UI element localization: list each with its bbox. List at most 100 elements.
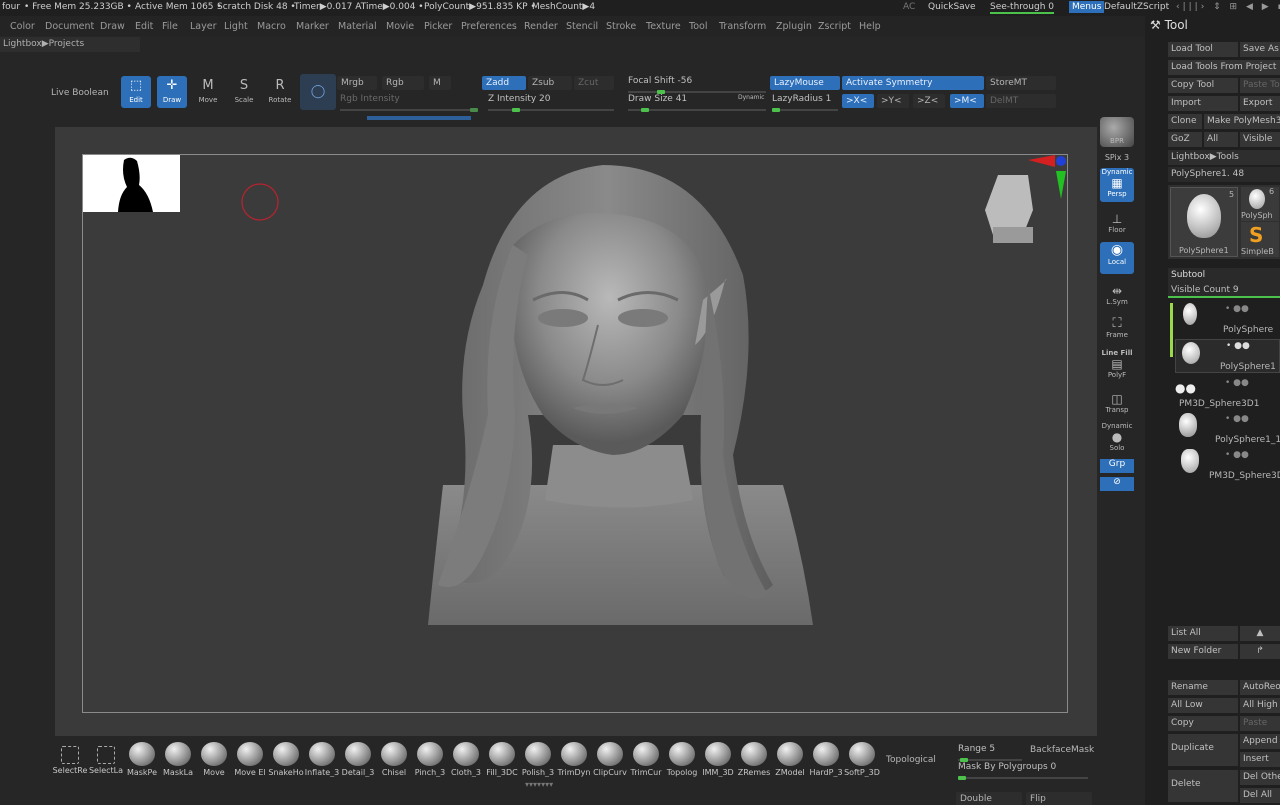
menu-macro[interactable]: Macro — [257, 21, 286, 32]
menu-preferences[interactable]: Preferences — [461, 21, 517, 32]
copy-tool-button[interactable]: Copy Tool — [1168, 78, 1238, 93]
paste-subtool-button[interactable]: Paste — [1240, 716, 1280, 731]
lazyradius-slider[interactable]: LazyRadius 1 — [772, 94, 838, 112]
solo-button[interactable]: Dynamic ● Solo — [1100, 422, 1134, 452]
material-sphere[interactable]: ◯ — [300, 74, 336, 110]
focal-shift-slider[interactable]: Focal Shift -56 — [628, 76, 766, 94]
activate-symmetry-button[interactable]: Activate Symmetry — [842, 76, 984, 90]
scroll-indicator[interactable] — [367, 116, 471, 120]
menu-zscript[interactable]: Zscript — [818, 21, 851, 32]
lsym-button[interactable]: ⇹ L.Sym — [1100, 284, 1134, 308]
see-through-slider[interactable]: See-through 0 — [990, 2, 1054, 14]
subtool-item[interactable]: ●● • ●● PM3D_Sphere3D1 — [1175, 377, 1280, 411]
lightbox-tools-button[interactable]: Lightbox▶Tools — [1168, 150, 1280, 165]
visibility-icon[interactable]: • ●● — [1225, 378, 1249, 388]
topological-button[interactable]: Topological — [886, 755, 936, 765]
menu-picker[interactable]: Picker — [424, 21, 452, 32]
brush-selectla[interactable]: SelectLa — [88, 742, 124, 775]
brush-maskla[interactable]: MaskLa — [160, 742, 196, 777]
brush-selectre[interactable]: SelectRe — [52, 742, 88, 775]
brush-zremes[interactable]: ZRemes — [736, 742, 772, 777]
menu-color[interactable]: Color — [10, 21, 35, 32]
current-tool-slider[interactable]: PolySphere1. 48 — [1168, 167, 1280, 182]
dynamic-label[interactable]: Dynamic — [738, 94, 764, 101]
export-button[interactable]: Export — [1240, 96, 1280, 111]
brush-snakeho[interactable]: SnakeHo — [268, 742, 304, 777]
edit-button[interactable]: ⬚ Edit — [121, 76, 151, 108]
rgb-intensity-slider[interactable]: Rgb Intensity — [340, 94, 478, 112]
double-button[interactable]: Double — [956, 792, 1022, 805]
m-button[interactable]: M — [429, 76, 451, 90]
rgb-button[interactable]: Rgb — [382, 76, 424, 90]
mrgb-button[interactable]: Mrgb — [337, 76, 377, 90]
spix-slider[interactable]: SPix 3 — [1100, 153, 1134, 162]
menu-texture[interactable]: Texture — [646, 21, 681, 32]
default-zscript[interactable]: DefaultZScript — [1104, 2, 1169, 12]
scale-button[interactable]: S Scale — [229, 76, 259, 108]
spotlight-button[interactable]: ⊘ — [1100, 477, 1134, 491]
menu-movie[interactable]: Movie — [386, 21, 414, 32]
menu-marker[interactable]: Marker — [296, 21, 329, 32]
range-slider[interactable]: Range 5 — [958, 744, 1022, 762]
insert-button[interactable]: Insert — [1240, 752, 1280, 767]
brush-topolog[interactable]: Topolog — [664, 742, 700, 777]
brush-fill-3dc[interactable]: Fill_3DC — [484, 742, 520, 777]
mask-by-polygroups-slider[interactable]: Mask By Polygroups 0 — [958, 762, 1088, 780]
sym-y-button[interactable]: >Y< — [877, 94, 909, 108]
menu-stroke[interactable]: Stroke — [606, 21, 636, 32]
brush-clipcurv[interactable]: ClipCurv — [592, 742, 628, 777]
window-icons[interactable]: ‹|||› ⇕ ⊞ ◀ ▶ ▪ ▪ — [1176, 2, 1280, 12]
brush-chisel[interactable]: Chisel — [376, 742, 412, 777]
brush-trimcur[interactable]: TrimCur — [628, 742, 664, 777]
brush-softp-3d[interactable]: SoftP_3D — [844, 742, 880, 777]
menu-material[interactable]: Material — [338, 21, 377, 32]
menus-button[interactable]: Menus — [1069, 1, 1105, 13]
all-low-button[interactable]: All Low — [1168, 698, 1238, 713]
goz-visible-button[interactable]: Visible — [1240, 132, 1280, 147]
subtool-item[interactable]: • ●● PM3D_Sphere3D — [1175, 449, 1280, 483]
paste-tool-button[interactable]: Paste Tool — [1240, 78, 1280, 93]
load-tool-button[interactable]: Load Tool — [1168, 42, 1238, 57]
subtool-header[interactable]: Subtool — [1168, 268, 1280, 283]
delmt-button[interactable]: DelMT — [986, 94, 1056, 108]
import-button[interactable]: Import — [1168, 96, 1238, 111]
lightbox-projects-button[interactable]: Lightbox▶Projects — [0, 37, 140, 52]
floor-button[interactable]: ⊥ Floor — [1100, 212, 1134, 236]
persp-button[interactable]: Dynamic ▦ Persp — [1100, 168, 1134, 202]
menu-transform[interactable]: Transform — [719, 21, 766, 32]
subtool-scroll[interactable] — [1170, 303, 1173, 357]
subtool-item[interactable]: • ●● PolySphere1_1 — [1175, 413, 1280, 447]
append-button[interactable]: Append — [1240, 734, 1280, 749]
visibility-icon[interactable]: • ●● — [1225, 414, 1249, 424]
brush-move[interactable]: Move — [196, 742, 232, 777]
brush-move-el[interactable]: Move El — [232, 742, 268, 777]
save-as-button[interactable]: Save As — [1240, 42, 1280, 57]
subtool-item[interactable]: • ●● PolySphere — [1175, 303, 1280, 337]
menu-light[interactable]: Light — [224, 21, 248, 32]
list-all-button[interactable]: List All — [1168, 626, 1238, 641]
menu-render[interactable]: Render — [524, 21, 558, 32]
brush-imm-3d[interactable]: IMM_3D — [700, 742, 736, 777]
delete-button[interactable]: Delete — [1168, 770, 1238, 802]
tool-palette-header[interactable]: ⚒ Tool — [1150, 18, 1188, 32]
bpr-button[interactable]: BPR — [1100, 117, 1134, 147]
draw-button[interactable]: ✛ Draw — [157, 76, 187, 108]
zsub-button[interactable]: Zsub — [528, 76, 572, 90]
grp-button[interactable]: Grp — [1100, 459, 1134, 473]
menu-help[interactable]: Help — [859, 21, 881, 32]
menu-file[interactable]: File — [162, 21, 178, 32]
menu-edit[interactable]: Edit — [135, 21, 153, 32]
quicksave-button[interactable]: QuickSave — [928, 2, 976, 12]
duplicate-button[interactable]: Duplicate — [1168, 734, 1238, 766]
backfacemask-button[interactable]: BackfaceMask — [1030, 745, 1094, 755]
brush-hardp-3[interactable]: HardP_3 — [808, 742, 844, 777]
brush-cloth-3[interactable]: Cloth_3 — [448, 742, 484, 777]
brush-inflate-3[interactable]: Inflate_3 — [304, 742, 340, 777]
make-polymesh-button[interactable]: Make PolyMesh3D — [1204, 114, 1280, 129]
transp-button[interactable]: ◫ Transp — [1100, 392, 1134, 416]
all-high-button[interactable]: All High — [1240, 698, 1280, 713]
menu-tool[interactable]: Tool — [689, 21, 707, 32]
move-down-button[interactable]: ↱ — [1240, 644, 1280, 659]
menu-zplugin[interactable]: Zplugin — [776, 21, 812, 32]
visibility-icon[interactable]: • ●● — [1225, 450, 1249, 460]
